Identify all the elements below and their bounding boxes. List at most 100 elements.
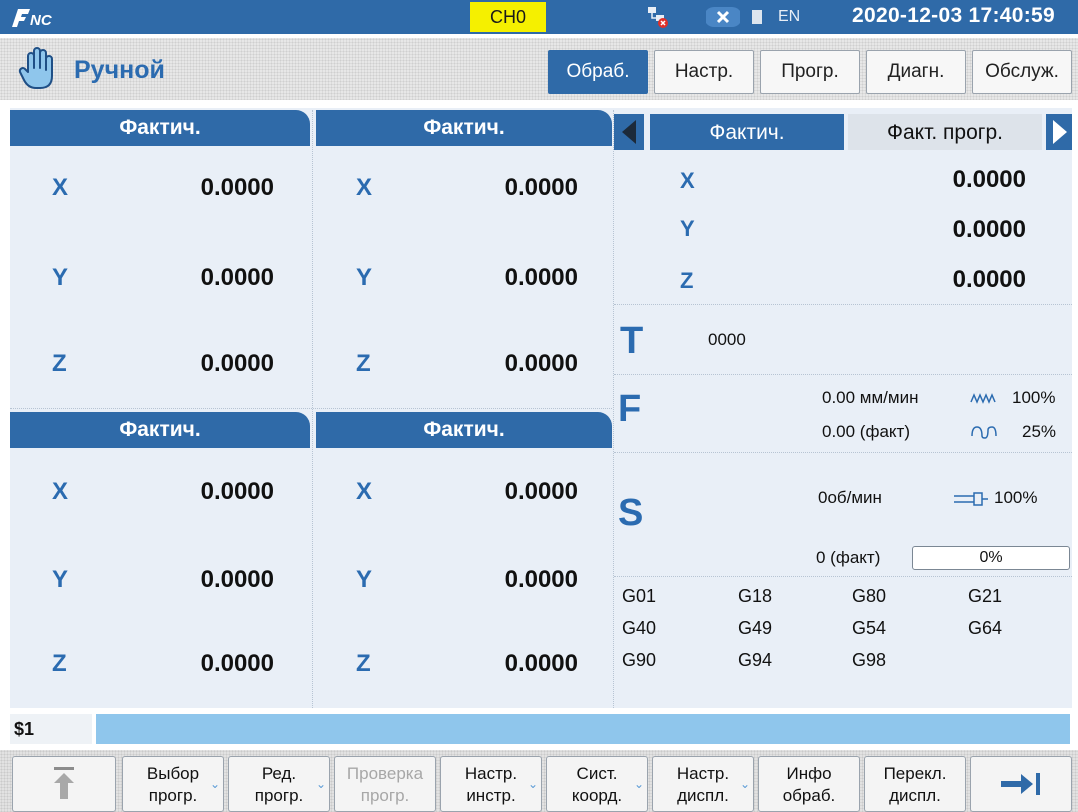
arrow-right-icon bbox=[1053, 120, 1067, 144]
softkey-return[interactable] bbox=[12, 756, 116, 812]
command-input[interactable] bbox=[96, 714, 1070, 744]
softkey-line1: Сист. bbox=[576, 764, 618, 783]
softkey-line1: Настр. bbox=[676, 764, 730, 783]
tab-program[interactable]: Прогр. bbox=[760, 50, 860, 94]
axis-value: 0.0000 bbox=[952, 166, 1026, 193]
softkey-line1: Ред. bbox=[261, 764, 297, 783]
softkey-next[interactable] bbox=[970, 756, 1072, 812]
axis-value: 0.0000 bbox=[952, 266, 1026, 293]
arrow-left-icon bbox=[622, 120, 636, 144]
chevron-down-icon: ⌄ bbox=[315, 777, 326, 791]
gcode: G98 bbox=[852, 650, 887, 670]
title-bar: NC CH0 EN 2020-12-03 17:40:59 bbox=[0, 0, 1078, 34]
axis-label: Z bbox=[52, 650, 67, 677]
mode-label: Ручной bbox=[74, 56, 165, 84]
axis-label: Y bbox=[52, 566, 69, 593]
axis-value: 0.0000 bbox=[200, 650, 274, 677]
tab-diagnostics[interactable]: Диагн. bbox=[866, 50, 966, 94]
divider bbox=[614, 304, 1072, 305]
tab-service[interactable]: Обслуж. bbox=[972, 50, 1072, 94]
channel-indicator[interactable]: CH0 bbox=[470, 2, 546, 32]
chevron-down-icon: ⌄ bbox=[633, 777, 644, 791]
axis-label: Z bbox=[52, 350, 67, 377]
tab-actual[interactable]: Фактич. bbox=[650, 114, 844, 150]
spindle-load-text: 0% bbox=[979, 549, 1003, 566]
datetime: 2020-12-03 17:40:59 bbox=[852, 4, 1056, 27]
softkey-line1: Перекл. bbox=[883, 764, 947, 783]
cnc-screen: NC CH0 EN 2020-12-03 17:40:59 Ручной Обр… bbox=[0, 0, 1078, 812]
panel-header: Фактич. bbox=[316, 110, 612, 146]
tool-letter: T bbox=[620, 320, 644, 362]
feed-programmed: 0.00 мм/мин bbox=[822, 388, 919, 407]
next-tab-button[interactable] bbox=[1046, 114, 1072, 150]
axis-value: 0.0000 bbox=[200, 478, 274, 505]
divider bbox=[312, 110, 313, 708]
gcode: G64 bbox=[968, 618, 1003, 638]
spindle-speed: 0об/мин bbox=[818, 488, 882, 507]
gcode: G21 bbox=[968, 586, 1003, 606]
language-indicator[interactable]: EN bbox=[778, 8, 800, 26]
axis-label: X bbox=[52, 478, 69, 505]
chevron-down-icon: ⌄ bbox=[739, 777, 750, 791]
panel-header: Фактич. bbox=[10, 412, 310, 448]
gcode: G90 bbox=[622, 650, 657, 670]
axis-label: Y bbox=[680, 216, 695, 241]
close-circle-icon[interactable] bbox=[706, 6, 740, 28]
command-prompt: $1 bbox=[10, 714, 92, 744]
softkey-processing-info[interactable]: Инфо обраб. bbox=[758, 756, 860, 812]
softkey-edit-program[interactable]: Ред. прогр. ⌄ bbox=[228, 756, 330, 812]
softkey-bar: Выбор прогр. ⌄ Ред. прогр. ⌄ Проверка пр… bbox=[0, 750, 1078, 812]
softkey-line1: Инфо bbox=[786, 764, 832, 783]
softkey-line1: Выбор bbox=[146, 764, 200, 783]
keyboard-indicator-icon bbox=[752, 10, 762, 24]
softkey-coord-system[interactable]: Сист. коорд. ⌄ bbox=[546, 756, 648, 812]
axis-value: 0.0000 bbox=[504, 350, 578, 377]
feed-actual: 0.00 (факт) bbox=[822, 422, 910, 441]
softkey-select-program[interactable]: Выбор прогр. ⌄ bbox=[122, 756, 224, 812]
gcode: G40 bbox=[622, 618, 657, 638]
divider bbox=[614, 452, 1072, 453]
tab-settings[interactable]: Настр. bbox=[654, 50, 754, 94]
axis-value: 0.0000 bbox=[952, 216, 1026, 243]
softkey-line2: прогр. bbox=[254, 786, 304, 805]
up-arrow-icon bbox=[54, 767, 74, 799]
tab-processing[interactable]: Обраб. bbox=[548, 50, 648, 94]
softkey-line2: инстр. bbox=[466, 786, 516, 805]
right-arrow-icon bbox=[1001, 773, 1040, 795]
axis-value: 0.0000 bbox=[504, 478, 578, 505]
axis-label: X bbox=[52, 174, 69, 201]
softkey-line1: Проверка bbox=[346, 764, 424, 783]
softkey-line1: Настр. bbox=[464, 764, 518, 783]
network-disconnected-icon bbox=[648, 7, 668, 28]
axis-value: 0.0000 bbox=[200, 350, 274, 377]
rapid-override-icon bbox=[971, 426, 997, 439]
gcode: G54 bbox=[852, 618, 887, 638]
axis-value: 0.0000 bbox=[200, 264, 274, 291]
spindle-override-icon bbox=[954, 492, 988, 506]
gcode: G80 bbox=[852, 586, 887, 606]
softkey-line2: коорд. bbox=[571, 786, 623, 805]
divider bbox=[614, 576, 1072, 577]
softkey-line2: прогр. bbox=[148, 786, 198, 805]
rapid-override: 25% bbox=[1022, 422, 1057, 441]
tab-actual-program[interactable]: Факт. прогр. bbox=[848, 114, 1042, 150]
spindle-actual: 0 (факт) bbox=[816, 548, 881, 567]
spindle-load-bar: 0% bbox=[912, 546, 1070, 570]
axis-label: Y bbox=[356, 566, 373, 593]
tool-number: 0000 bbox=[708, 330, 746, 349]
softkey-line2: обраб. bbox=[782, 786, 836, 805]
axis-value: 0.0000 bbox=[504, 566, 578, 593]
softkey-tool-settings[interactable]: Настр. инстр. ⌄ bbox=[440, 756, 542, 812]
softkey-line2: прогр. bbox=[360, 786, 410, 805]
right-panel-tabs: Фактич. Факт. прогр. bbox=[614, 114, 1074, 150]
prev-tab-button[interactable] bbox=[614, 114, 644, 150]
mode-bar: Ручной Обраб. Настр. Прогр. Диагн. Обслу… bbox=[0, 38, 1078, 100]
gcode: G49 bbox=[738, 618, 773, 638]
softkey-display-settings[interactable]: Настр. диспл. ⌄ bbox=[652, 756, 754, 812]
axis-value: 0.0000 bbox=[504, 174, 578, 201]
divider bbox=[614, 374, 1072, 375]
axis-value: 0.0000 bbox=[200, 174, 274, 201]
softkey-switch-display[interactable]: Перекл. диспл. bbox=[864, 756, 966, 812]
softkey-line2: диспл. bbox=[677, 786, 729, 805]
panel-header: Фактич. bbox=[316, 412, 612, 448]
